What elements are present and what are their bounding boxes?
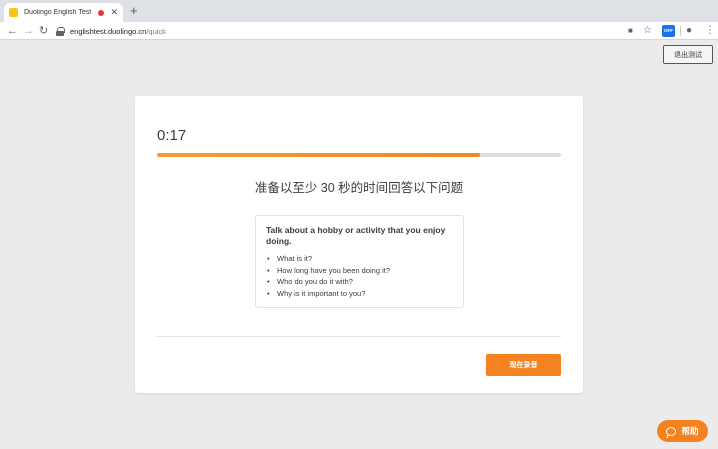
star-icon[interactable]: ☆ (643, 23, 652, 39)
new-tab-button[interactable]: + (130, 4, 138, 18)
back-icon[interactable]: ← (7, 23, 18, 39)
list-item: What is it? (266, 253, 453, 265)
lock-icon[interactable] (56, 26, 65, 36)
exit-test-button[interactable]: 退出测试 (663, 45, 713, 64)
list-item: Why is it important to you? (266, 288, 453, 300)
account-icon[interactable]: ● (686, 23, 692, 39)
countdown-timer: 0:17 (157, 127, 187, 144)
menu-icon[interactable]: ⋮ (705, 23, 715, 39)
question-instruction: 准备以至少 30 秒的时间回答以下问题 (254, 181, 464, 195)
timer-progress-fill (157, 153, 481, 157)
browser-toolbar: ← → ↻ englishtest.duolingo.cn /quick ■ ☆… (0, 22, 718, 40)
help-button[interactable]: 帮助 (657, 420, 708, 442)
list-item: How long have you been doing it? (266, 265, 453, 277)
address-bar[interactable]: englishtest.duolingo.cn /quick (56, 24, 660, 38)
url-host: englishtest.duolingo.cn (70, 26, 147, 36)
url-path: /quick (146, 26, 166, 36)
question-card: 0:17 准备以至少 30 秒的时间回答以下问题 Talk about a ho… (135, 96, 583, 393)
prompt-bullet-list: What is it? How long have you been doing… (266, 253, 453, 299)
chat-bubble-icon (666, 426, 677, 436)
record-now-button[interactable]: 现在录音 (486, 354, 561, 376)
extension-icon[interactable]: OFF (662, 25, 675, 37)
tab-strip: Duolingo English Test ✕ + (0, 0, 718, 22)
list-item: Who do you do it with? (266, 276, 453, 288)
prompt-box: Talk about a hobby or activity that you … (255, 215, 464, 308)
recording-indicator-icon (98, 9, 105, 16)
card-divider (157, 336, 561, 337)
prompt-title: Talk about a hobby or activity that you … (266, 225, 446, 246)
reload-icon[interactable]: ↻ (39, 23, 48, 39)
timer-progress-bar (157, 153, 561, 157)
toolbar-divider (680, 26, 681, 36)
tab-title: Duolingo English Test (24, 9, 92, 16)
tab-close-icon[interactable]: ✕ (110, 8, 118, 17)
help-label: 帮助 (681, 426, 699, 436)
forward-icon[interactable]: → (23, 23, 34, 39)
camera-icon[interactable]: ■ (628, 23, 633, 39)
browser-tab[interactable]: Duolingo English Test ✕ (4, 3, 123, 22)
duolingo-favicon-icon (9, 8, 18, 17)
